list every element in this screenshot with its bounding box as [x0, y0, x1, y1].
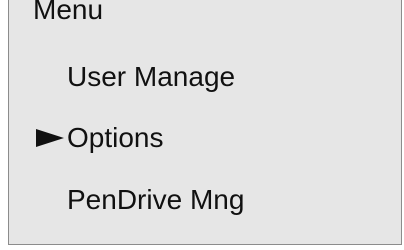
menu-title: Menu — [33, 0, 104, 25]
menu-item-options[interactable]: Options — [36, 120, 164, 156]
menu-item-label: User Manage — [67, 61, 236, 92]
menu-item-pendrive-mng[interactable]: PenDrive Mng — [67, 182, 244, 218]
menu-panel: Menu User Manage Options PenDrive Mng — [8, 0, 402, 245]
selection-arrow-icon — [36, 129, 64, 147]
menu-item-label: Options — [67, 122, 164, 153]
menu-item-user-manage[interactable]: User Manage — [67, 59, 235, 95]
menu-item-label: PenDrive Mng — [67, 184, 245, 215]
